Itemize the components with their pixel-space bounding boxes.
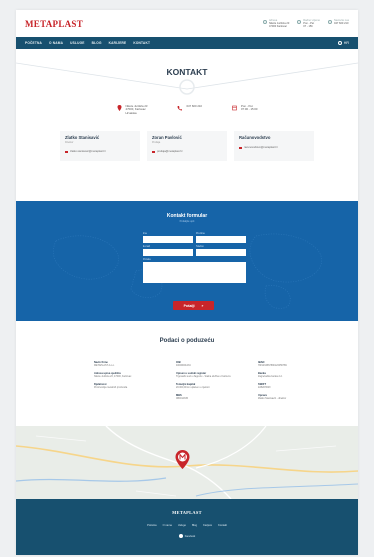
clock-icon [297, 19, 302, 24]
name-field[interactable]: Ime [143, 232, 193, 243]
footer-link-blog[interactable]: Blog [192, 524, 197, 527]
facebook-icon [178, 534, 183, 538]
contact-card: Zlatko Stanisavić Direktor zlatko.stanis… [60, 131, 140, 162]
nav-item-careers[interactable]: KARIJERE [109, 41, 127, 45]
contact-form: Ime Prezime E-mail Telefon Poruka [143, 232, 246, 287]
contact-email[interactable]: racunovodstvo@metaplast.hr [239, 146, 309, 149]
mail-icon [152, 150, 155, 153]
arrow-right-icon: » [201, 303, 204, 308]
email-field[interactable]: E-mail [143, 245, 193, 256]
footer-link-home[interactable]: Početna [147, 524, 157, 527]
info-address: Nikole Jurišića 23 47000, Karlovac Hrvat… [117, 104, 147, 115]
nav-item-services[interactable]: USLUGE [70, 41, 84, 45]
footer-links: Početna O nama Usluge Blog Karijere Kont… [16, 524, 358, 527]
company-col-2: OIB 40000001234 Upisan u sudski registar T… [176, 361, 231, 400]
top-contact-address: Adresa Nikole Jurišića 23 47000 Karlovac [262, 19, 289, 29]
surname-field[interactable]: Prezime [196, 232, 246, 243]
top-contact-phone: Nazovite nas 047 600 210 [328, 19, 349, 29]
contact-email[interactable]: zlatko.stanisavic@metaplast.hr [65, 150, 135, 153]
phone-field[interactable]: Telefon [196, 245, 246, 256]
info-phone: 047 600 210 [177, 104, 202, 115]
hero: KONTAKT [16, 49, 358, 99]
footer-link-careers[interactable]: Karijere [203, 524, 212, 527]
globe-icon [337, 41, 342, 45]
calendar-icon [232, 105, 237, 111]
logo[interactable]: METAPLAST [25, 19, 83, 29]
language-switch[interactable]: HR [337, 41, 349, 45]
contact-email[interactable]: prodaja@metaplast.hr [152, 150, 222, 153]
page: METAPLAST Adresa Nikole Jurišića 23 4700… [16, 10, 358, 555]
info-hours: Pon - Pet 07:00 - 15:00 [232, 104, 257, 115]
footer-link-contact[interactable]: Kontakt [218, 524, 227, 527]
contact-form-section: Kontakt formular Pošaljite upit Ime Prez… [16, 201, 358, 321]
message-field[interactable]: Poruka [143, 258, 246, 283]
send-button[interactable]: Pošalji » [173, 301, 214, 310]
footer-social[interactable]: Facebook [16, 534, 358, 538]
footer-link-services[interactable]: Usluge [178, 524, 186, 527]
company-info-title: Podaci o poduzeću [159, 338, 215, 344]
mail-icon [65, 150, 68, 153]
top-contacts: Adresa Nikole Jurišića 23 47000 Karlovac… [262, 19, 349, 29]
footer-link-about[interactable]: O nama [163, 524, 172, 527]
contact-card: Računovodstvo racunovodstvo@metaplast.hr [234, 131, 314, 162]
nav-item-contact[interactable]: KONTAKT [133, 41, 150, 45]
map-marker-icon[interactable] [175, 450, 190, 469]
main-nav: POČETNA O NAMA USLUGE BLOG KARIJERE KONT… [16, 37, 358, 49]
contact-card: Zoran Pavlović Prodaja prodaja@metaplast… [147, 131, 227, 162]
footer: METAPLAST Početna O nama Usluge Blog Kar… [16, 499, 358, 555]
nav-item-home[interactable]: POČETNA [25, 41, 42, 45]
contact-cards: Zlatko Stanisavić Direktor zlatko.stanis… [16, 131, 358, 162]
mail-icon [239, 146, 242, 149]
nav-item-blog[interactable]: BLOG [92, 41, 102, 45]
location-pin-icon [117, 105, 122, 111]
location-map[interactable] [16, 426, 358, 499]
company-col-3: IBAN HR1234567890123456789 Banka Zagrebačk… [258, 361, 287, 400]
top-contact-hours: Radno vrijeme Pon - Pet 07 - 15h [297, 19, 320, 29]
phone-icon [177, 106, 183, 111]
phone-icon [328, 19, 332, 24]
footer-logo[interactable]: METAPLAST [16, 510, 358, 515]
page-title: KONTAKT [166, 67, 208, 77]
location-icon [262, 19, 267, 24]
contact-info-row: Nikole Jurišića 23 47000, Karlovac Hrvat… [16, 104, 358, 115]
company-info-section: Podaci o poduzeću Naziv firme METAPLAST d… [16, 321, 358, 426]
top-bar: METAPLAST Adresa Nikole Jurišića 23 4700… [16, 10, 358, 37]
company-col-1: Naziv firme METAPLAST d.o.o. Adresa upisa… [94, 361, 132, 389]
nav-item-about[interactable]: O NAMA [49, 41, 63, 45]
